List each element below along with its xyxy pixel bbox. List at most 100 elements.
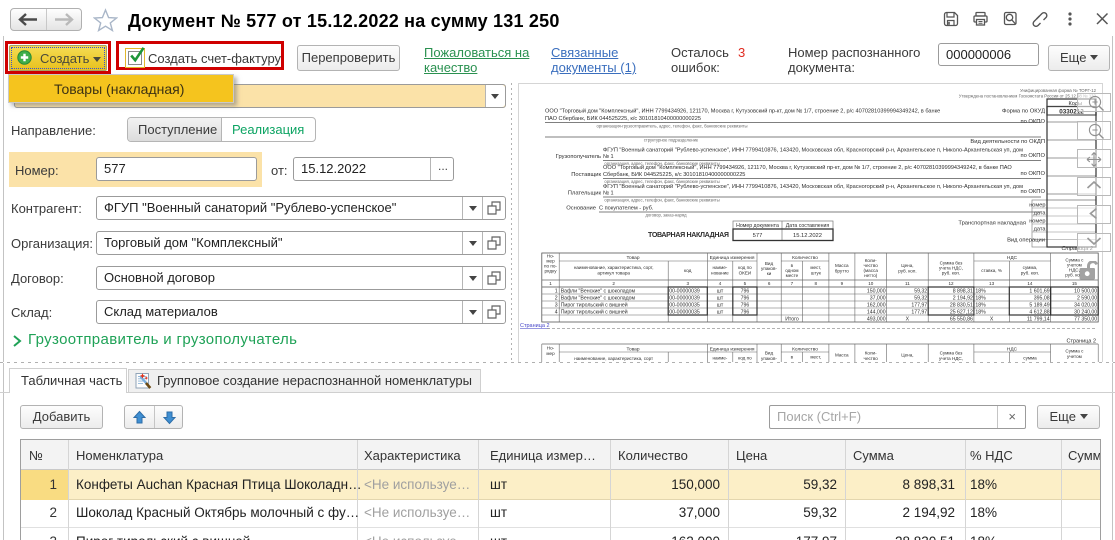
svg-text:12: 12 [948,281,954,286]
svg-text:Сумма без: Сумма без [940,351,963,356]
svg-text:ОКЕИ: ОКЕИ [739,271,752,276]
svg-text:65 550,86: 65 550,86 [950,317,973,323]
svg-text:796: 796 [741,309,750,315]
svg-text:10 500,00: 10 500,00 [1074,288,1097,294]
svg-text:796: 796 [741,288,750,294]
svg-text:ТОВАРНАЯ НАКЛАДНАЯ: ТОВАРНАЯ НАКЛАДНАЯ [648,231,729,239]
svg-text:14: 14 [1027,281,1033,286]
svg-text:18%: 18% [975,302,986,308]
svg-text:Товар: Товар [626,347,639,353]
svg-text:18%: 18% [975,295,986,301]
svg-text:Плательщик: Плательщик [568,191,602,197]
svg-text:18%: 18% [975,309,986,315]
svg-text:шт: шт [717,288,724,294]
svg-text:2 194,92: 2 194,92 [953,295,973,301]
svg-text:договор, заказ-наряд: договор, заказ-наряд [645,213,687,218]
svg-text:нетто): нетто) [864,273,878,278]
svg-text:5 189,49: 5 189,49 [1029,302,1049,308]
svg-text:1: 1 [555,288,558,294]
svg-text:Поставщик: Поставщик [571,172,601,178]
svg-text:Вафли "Венские" с шоколадом: Вафли "Венские" с шоколадом [561,288,636,294]
svg-text:руб. коп.: руб. коп. [1021,271,1039,276]
svg-text:28 830,51: 28 830,51 [950,302,973,308]
svg-text:по ОКПО: по ОКПО [1020,153,1045,159]
svg-text:наименование, характеристика,: наименование, характеристика, сорт [574,356,654,361]
svg-text:код по: код по [738,356,752,361]
svg-text:Цена,: Цена, [901,353,913,358]
svg-text:ФГУП "Военный санаторий "Рубле: ФГУП "Военный санаторий "Рублево-успенск… [603,147,1023,154]
svg-text:00-00000035: 00-00000035 [669,302,700,308]
svg-text:ки: ки [767,271,772,276]
svg-text:Номер документа: Номер документа [736,223,779,229]
svg-text:организация, адрес, телефон, ф: организация, адрес, телефон, факс, банко… [604,198,719,203]
svg-text:структурное подразделение: структурное подразделение [644,138,699,143]
svg-text:59,32: 59,32 [914,288,927,294]
svg-text:1: 1 [549,281,552,286]
svg-text:34 020,00: 34 020,00 [1074,302,1097,308]
svg-text:учетом: учетом [1067,354,1082,359]
svg-text:наиме-: наиме- [712,265,727,270]
svg-text:дата: дата [1034,227,1047,233]
svg-text:код: код [684,269,692,274]
svg-text:брутто: брутто [835,269,850,274]
svg-text:7: 7 [791,281,794,286]
svg-text:Единица измерения: Единица измерения [710,255,755,261]
svg-text:6: 6 [768,281,771,286]
svg-text:Количество: Количество [792,255,818,261]
svg-text:НДС: НДС [1007,255,1018,261]
svg-text:5: 5 [744,281,747,286]
svg-text:шт: шт [717,295,724,301]
svg-text:сумма: сумма [1023,356,1037,361]
svg-text:сумма,: сумма, [1023,265,1038,270]
svg-text:Транспортная накладная: Транспортная накладная [958,221,1026,227]
svg-text:ПАО Сбербанк, БИК 044525225, к: ПАО Сбербанк, БИК 044525225, к/с 3010181… [545,116,701,122]
svg-text:11 799,14: 11 799,14 [1027,317,1050,323]
svg-text:Основание: Основание [566,206,596,212]
svg-text:77 350,00: 77 350,00 [1074,317,1097,323]
svg-text:Масса: Масса [835,263,849,268]
svg-text:8 898,31: 8 898,31 [953,288,973,294]
svg-text:по ОКПО: по ОКПО [1020,171,1045,177]
svg-text:10: 10 [868,281,874,286]
svg-text:15: 15 [1072,281,1078,286]
svg-text:Вид операции: Вид операции [1007,238,1045,244]
svg-text:наименование, характеристика,: наименование, характеристика, сорт, [574,265,654,270]
svg-text:2: 2 [555,295,558,301]
svg-text:организация-грузоотправитель,: организация-грузоотправитель, адрес, тел… [597,124,748,129]
svg-text:Дата составления: Дата составления [786,223,830,229]
svg-text:Итого: Итого [785,317,799,323]
svg-text:13: 13 [989,281,995,286]
svg-text:00-00000039: 00-00000039 [669,288,700,294]
svg-text:3: 3 [686,281,689,286]
svg-text:С покупателем - руб.: С покупателем - руб. [599,206,654,212]
svg-text:Сумма с: Сумма с [1065,349,1084,354]
svg-text:11: 11 [905,281,910,286]
svg-text:15.12.2022: 15.12.2022 [793,233,822,239]
svg-text:шт: шт [717,309,724,315]
svg-text:30 240,00: 30 240,00 [1074,309,1097,315]
svg-text:№ 1: № 1 [603,154,614,160]
svg-text:руб. коп.: руб. коп. [898,269,916,274]
svg-text:Единица измерения: Единица измерения [710,347,755,353]
svg-text:00-00000039: 00-00000039 [669,295,700,301]
svg-text:Цена,: Цена, [901,263,913,268]
svg-text:шт: шт [717,302,724,308]
svg-text:НДС: НДС [1007,347,1018,353]
svg-text:учета НДС,: учета НДС, [939,356,963,361]
svg-text:Коли-: Коли- [865,351,877,356]
svg-text:руб. коп.: руб. коп. [942,271,960,276]
svg-text:артикул товара: артикул товара [597,271,630,276]
svg-text:796: 796 [741,302,750,308]
svg-text:Но-: Но- [547,346,555,351]
svg-text:4: 4 [555,309,558,315]
svg-text:144,000: 144,000 [867,309,886,315]
svg-text:3: 3 [555,302,558,308]
svg-text:ООО "Торговый дом "Комплексный: ООО "Торговый дом "Комплексный", ИНН 779… [603,164,1012,171]
svg-text:Количество: Количество [792,347,818,353]
svg-text:2: 2 [612,281,615,286]
svg-text:18%: 18% [975,288,986,294]
svg-text:код по: код по [738,265,752,270]
svg-text:рядку: рядку [544,269,557,274]
svg-text:Сбербанк, БИК 044525225, к/с 3: Сбербанк, БИК 044525225, к/с 30101810400… [603,172,745,178]
svg-text:Вид: Вид [765,351,774,356]
